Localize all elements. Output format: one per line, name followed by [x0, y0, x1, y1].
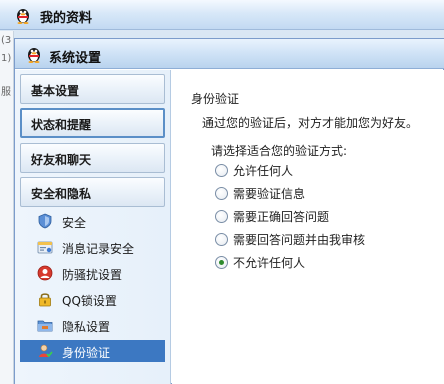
strip-text: 服	[1, 87, 11, 98]
nav-item-qq-lock[interactable]: QQ锁设置	[20, 288, 165, 310]
background-strip: (3 1) 服	[0, 31, 14, 384]
anti-harass-icon	[37, 265, 53, 281]
nav-item-label: 隐私设置	[62, 320, 111, 334]
radio-label: 需要验证信息	[233, 186, 306, 201]
identity-verify-icon	[39, 344, 53, 358]
radio-require-verification-message[interactable]: 需要验证信息	[215, 184, 305, 202]
radio-require-correct-answer[interactable]: 需要正确回答问题	[215, 207, 329, 225]
radio-label: 需要正确回答问题	[233, 209, 330, 224]
radio-label: 不允许任何人	[233, 255, 306, 270]
nav-item-label: 安全	[62, 216, 87, 230]
message-record-icon	[37, 241, 53, 254]
content-panel: 身份验证 通过您的验证后，对方才能加您为好友。 请选择适合您的验证方式: 允许任…	[172, 70, 444, 384]
strip-text: (3	[1, 35, 12, 46]
nav-category-friends-chat[interactable]: 好友和聊天	[20, 143, 165, 173]
nav-category-security-privacy[interactable]: 安全和隐私	[20, 177, 165, 207]
radio-button-selected[interactable]	[215, 255, 228, 269]
radio-button[interactable]	[215, 232, 228, 246]
radio-label: 允许任何人	[233, 163, 294, 178]
nav-item-anti-harassment[interactable]: 防骚扰设置	[20, 262, 165, 284]
background-window-title: 我的资料	[40, 11, 93, 26]
section-title: 身份验证	[191, 92, 240, 106]
background-titlebar: 我的资料	[0, 0, 444, 30]
nav-item-identity-verification[interactable]: 身份验证	[20, 340, 165, 362]
radio-button[interactable]	[215, 163, 228, 177]
radio-button[interactable]	[215, 209, 228, 223]
nav-item-label: 身份验证	[62, 346, 111, 360]
shield-icon	[38, 213, 52, 229]
strip-text: 1)	[1, 53, 12, 64]
nav-item-security[interactable]: 安全	[20, 210, 165, 232]
window-title: 系统设置	[49, 51, 102, 66]
nav-item-privacy[interactable]: 隐私设置	[20, 314, 165, 336]
qq-penguin-icon	[28, 48, 40, 63]
settings-nav: 基本设置 状态和提醒 好友和聊天 安全和隐私 安全 消息记录安全 防骚扰设置 Q…	[15, 70, 171, 384]
nav-item-label: QQ锁设置	[62, 294, 117, 308]
radio-label: 需要回答问题并由我审核	[233, 232, 366, 247]
qq-penguin-icon	[17, 9, 29, 24]
radio-answer-and-review[interactable]: 需要回答问题并由我审核	[215, 230, 365, 248]
window-titlebar[interactable]: 系统设置	[15, 39, 444, 69]
section-description: 通过您的验证后，对方才能加您为好友。	[202, 116, 419, 130]
lock-icon	[39, 293, 51, 307]
nav-item-label: 消息记录安全	[62, 242, 135, 256]
radio-deny-everyone[interactable]: 不允许任何人	[215, 253, 305, 271]
nav-category-basic-settings[interactable]: 基本设置	[20, 74, 165, 104]
privacy-folder-icon	[37, 320, 53, 332]
nav-item-label: 防骚扰设置	[62, 268, 123, 282]
radio-allow-anyone[interactable]: 允许任何人	[215, 161, 293, 179]
nav-item-message-record-security[interactable]: 消息记录安全	[20, 236, 165, 258]
nav-category-status-reminders[interactable]: 状态和提醒	[20, 108, 165, 138]
system-settings-window: 系统设置 基本设置 状态和提醒 好友和聊天 安全和隐私 安全 消息记录安全 防骚…	[14, 38, 444, 384]
verification-prompt: 请选择适合您的验证方式:	[211, 144, 348, 158]
radio-button[interactable]	[215, 186, 228, 200]
